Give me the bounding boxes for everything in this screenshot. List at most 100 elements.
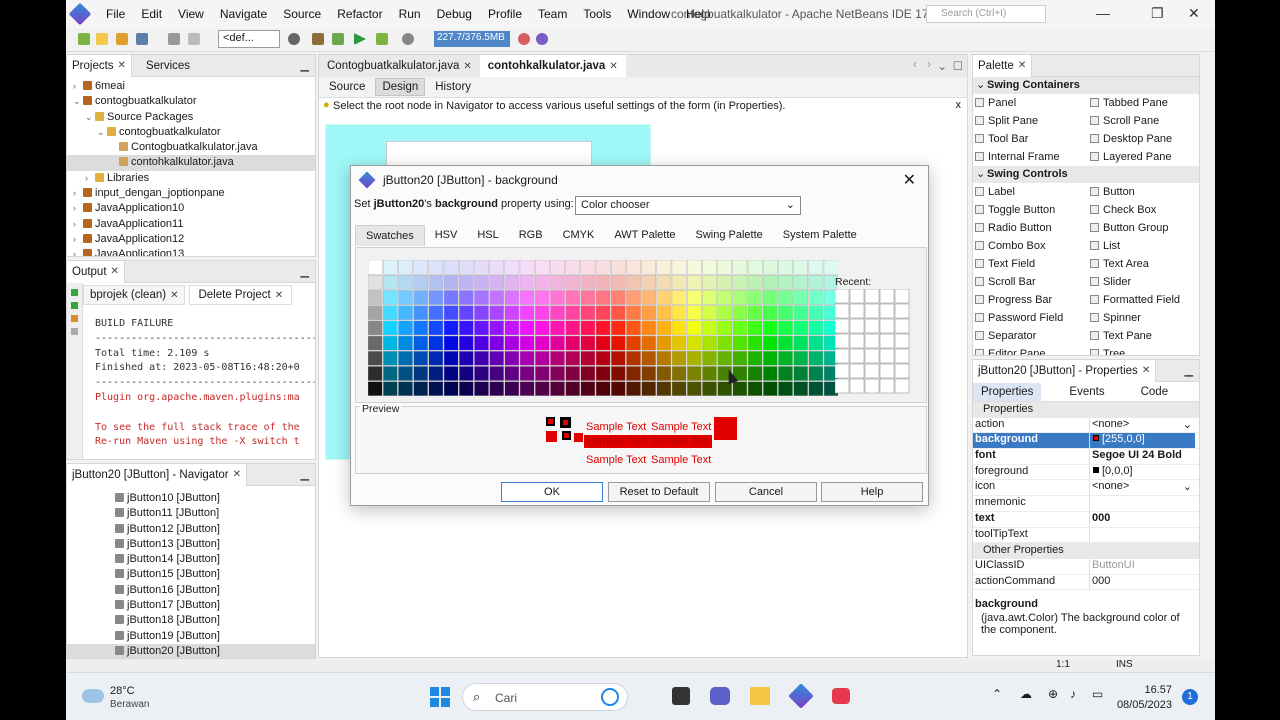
color-swatch[interactable] — [808, 290, 824, 305]
property-row[interactable]: text 000 — [973, 511, 1199, 528]
navigator-row[interactable]: jButton17 [JButton] — [67, 598, 315, 613]
color-swatch[interactable] — [534, 320, 550, 336]
color-swatch[interactable] — [368, 320, 383, 336]
color-swatch[interactable] — [595, 366, 611, 381]
palette-item[interactable]: Split Pane — [973, 112, 1088, 130]
color-swatch[interactable] — [763, 274, 778, 290]
color-swatch[interactable] — [504, 305, 520, 320]
color-swatch[interactable] — [519, 350, 535, 366]
new-project-icon[interactable] — [78, 33, 90, 45]
color-swatch[interactable] — [687, 381, 702, 396]
close-icon[interactable]: ✕ — [275, 290, 283, 301]
color-swatch[interactable] — [763, 335, 778, 351]
color-swatch[interactable] — [763, 290, 778, 305]
color-swatch[interactable] — [368, 335, 383, 351]
color-swatch[interactable] — [550, 335, 565, 351]
color-swatch[interactable] — [458, 366, 474, 381]
minimize-icon[interactable]: — — [1096, 5, 1110, 21]
color-swatch[interactable] — [489, 260, 504, 275]
close-icon[interactable]: ✕ — [170, 290, 178, 301]
expand-toggle-icon[interactable]: › — [73, 201, 83, 216]
palette-item[interactable]: Button — [1088, 183, 1199, 201]
color-swatch[interactable] — [595, 274, 611, 290]
close-icon[interactable]: ✕ — [1188, 5, 1200, 22]
expand-toggle-icon[interactable]: ⌄ — [73, 94, 83, 109]
weather-desc[interactable]: Berawan — [110, 699, 149, 710]
recent-swatch[interactable] — [894, 378, 910, 394]
color-swatch[interactable] — [732, 350, 748, 366]
palette-item[interactable]: Text Area — [1088, 255, 1199, 273]
color-swatch[interactable] — [382, 335, 398, 351]
color-swatch[interactable] — [443, 350, 459, 366]
color-swatch[interactable] — [793, 335, 809, 351]
color-swatch[interactable] — [656, 366, 672, 381]
color-swatch[interactable] — [671, 290, 687, 305]
tab-cmyk[interactable]: CMYK — [553, 225, 605, 245]
color-swatch[interactable] — [565, 274, 581, 290]
weather-temp[interactable]: 28°C — [110, 685, 135, 697]
close-icon[interactable]: ✕ — [609, 61, 617, 72]
color-swatch[interactable] — [580, 366, 596, 381]
color-swatch[interactable] — [580, 274, 596, 290]
color-swatch[interactable] — [489, 335, 504, 351]
tab-awt-palette[interactable]: AWT Palette — [604, 225, 685, 245]
gc-icon[interactable] — [518, 33, 530, 45]
tab-contogbuatkalkulator[interactable]: Contogbuatkalkulator.java ✕ — [319, 55, 480, 77]
menu-edit[interactable]: Edit — [133, 7, 170, 21]
color-swatch[interactable] — [732, 305, 748, 320]
color-swatch[interactable] — [398, 335, 413, 351]
color-swatch[interactable] — [717, 320, 733, 336]
search-input[interactable]: Search (Ctrl+I) — [926, 5, 1046, 23]
recent-swatch[interactable] — [864, 348, 880, 364]
project-tree-row[interactable]: contohkalkulator.java — [67, 155, 315, 171]
recent-swatch[interactable] — [879, 318, 895, 334]
run-icon[interactable] — [354, 33, 366, 45]
color-swatch[interactable] — [489, 381, 504, 396]
recent-swatch[interactable] — [864, 378, 880, 394]
property-row[interactable]: background [255,0,0] — [973, 433, 1199, 450]
color-swatch[interactable] — [398, 366, 413, 381]
property-value[interactable] — [1089, 527, 1195, 543]
tab-services[interactable]: Services — [132, 55, 195, 77]
color-swatch[interactable] — [534, 381, 550, 396]
color-swatch[interactable] — [595, 335, 611, 351]
task-view-icon[interactable] — [672, 687, 690, 705]
color-swatch[interactable] — [474, 274, 489, 290]
color-swatch[interactable] — [763, 366, 778, 381]
color-swatch[interactable] — [489, 366, 504, 381]
color-swatch[interactable] — [808, 320, 824, 336]
expand-toggle-icon[interactable]: › — [85, 171, 95, 186]
color-swatch[interactable] — [747, 320, 763, 336]
color-swatch[interactable] — [428, 366, 444, 381]
color-swatch[interactable] — [793, 350, 809, 366]
memory-indicator[interactable]: 227.7/376.5MB — [434, 31, 510, 47]
palette-item[interactable]: Layered Pane — [1088, 148, 1199, 166]
color-swatch[interactable] — [382, 366, 398, 381]
property-row[interactable]: font Segoe UI 24 Bold — [973, 449, 1199, 465]
windows-start-icon[interactable] — [430, 687, 450, 707]
weather-cloud-icon[interactable] — [82, 689, 104, 703]
recent-swatch[interactable] — [835, 348, 850, 364]
color-swatch[interactable] — [793, 381, 809, 396]
language-icon[interactable]: ⊕ — [1048, 687, 1058, 701]
properties-group[interactable]: Properties — [973, 402, 1199, 418]
color-swatch[interactable] — [474, 260, 489, 275]
color-swatch[interactable] — [808, 335, 824, 351]
color-swatch[interactable] — [656, 305, 672, 320]
color-swatch[interactable] — [580, 290, 596, 305]
recent-swatch[interactable] — [849, 289, 865, 304]
color-swatch[interactable] — [458, 305, 474, 320]
color-swatch[interactable] — [702, 305, 717, 320]
color-swatch[interactable] — [504, 274, 520, 290]
color-swatch[interactable] — [519, 274, 535, 290]
color-swatch[interactable] — [428, 381, 444, 396]
navigator-row[interactable]: jButton13 [JButton] — [67, 537, 315, 552]
color-swatch[interactable] — [443, 366, 459, 381]
color-swatch[interactable] — [626, 381, 641, 396]
color-swatch[interactable] — [732, 260, 748, 275]
property-row[interactable]: UIClassID ButtonUI — [973, 558, 1199, 575]
chevron-down-icon[interactable]: ⌄ — [1183, 480, 1192, 493]
color-swatch[interactable] — [519, 260, 535, 275]
color-swatch[interactable] — [610, 305, 626, 320]
property-row[interactable]: actionCommand 000 — [973, 574, 1199, 591]
